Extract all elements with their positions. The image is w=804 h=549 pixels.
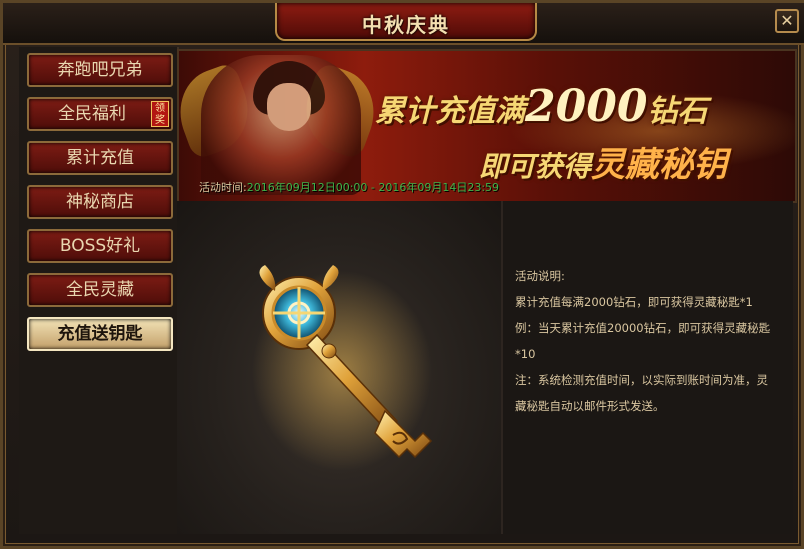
headline-prefix: 累计充值满 xyxy=(375,94,525,129)
tab-mystery-shop[interactable]: 神秘商店 xyxy=(27,185,173,219)
hero-character-art xyxy=(201,55,361,195)
close-icon: ✕ xyxy=(780,11,794,30)
tab-run-brothers[interactable]: 奔跑吧兄弟 xyxy=(27,53,173,87)
activity-description: 活动说明: 累计充值每满2000钻石，即可获得灵藏秘匙*1 例：当天累计充值20… xyxy=(515,263,777,419)
hero-face xyxy=(267,83,311,131)
tab-label: 全民灵藏 xyxy=(66,280,134,300)
tab-cumulative-recharge[interactable]: 累计充值 xyxy=(27,141,173,175)
reward-display xyxy=(177,201,503,534)
title-plate: 中秋庆典 xyxy=(275,3,537,41)
event-content: 活动说明: 累计充值每满2000钻石，即可获得灵藏秘匙*1 例：当天累计充值20… xyxy=(177,201,793,534)
tab-label: BOSS好礼 xyxy=(59,236,141,256)
activity-time-value: 2016年09月12日00:00 - 2016年09月14日23:59 xyxy=(246,181,500,194)
close-button[interactable]: ✕ xyxy=(775,9,799,33)
subline-highlight: 灵藏秘钥 xyxy=(591,145,728,185)
event-window: 中秋庆典 ✕ 奔跑吧兄弟 全民福利 领奖 累计充值 神秘商店 BOSS好礼 全民… xyxy=(0,0,804,549)
activity-time: 活动时间:2016年09月12日00:00 - 2016年09月14日23:59 xyxy=(199,179,499,195)
event-tab-list: 奔跑吧兄弟 全民福利 领奖 累计充值 神秘商店 BOSS好礼 全民灵藏 充值送钥… xyxy=(19,47,179,534)
description-line-1: 累计充值每满2000钻石，即可获得灵藏秘匙*1 xyxy=(515,295,753,309)
tab-boss-gift[interactable]: BOSS好礼 xyxy=(27,229,173,263)
window-title: 中秋庆典 xyxy=(362,13,450,37)
event-banner: 累计充值满2000钻石 即可获得灵藏秘钥 活动时间:2016年09月12日00:… xyxy=(177,49,797,203)
title-bar: 中秋庆典 ✕ xyxy=(3,3,804,45)
headline-number: 2000 xyxy=(525,81,648,132)
claim-reward-badge: 领奖 xyxy=(151,101,169,127)
tab-all-welfare[interactable]: 全民福利 领奖 xyxy=(27,97,173,131)
banner-headline: 累计充值满2000钻石 xyxy=(375,81,707,132)
tab-label: 全民福利 xyxy=(58,104,126,124)
description-line-2: 例：当天累计充值20000钻石，即可获得灵藏秘匙*10 xyxy=(515,321,771,361)
description-title: 活动说明: xyxy=(515,269,565,283)
tab-label: 充值送钥匙 xyxy=(57,324,143,344)
tab-recharge-key[interactable]: 充值送钥匙 xyxy=(27,317,173,351)
activity-time-label: 活动时间: xyxy=(199,181,247,194)
tab-label: 累计充值 xyxy=(66,148,134,168)
tab-label: 神秘商店 xyxy=(66,192,134,212)
golden-key-icon xyxy=(252,265,433,471)
description-line-3: 注：系统检测充值时间，以实际到账时间为准，灵藏秘匙自动以邮件形式发送。 xyxy=(515,373,768,413)
banner-subline: 即可获得灵藏秘钥 xyxy=(479,137,727,186)
tab-all-treasure[interactable]: 全民灵藏 xyxy=(27,273,173,307)
headline-suffix: 钻石 xyxy=(647,94,708,129)
tab-label: 奔跑吧兄弟 xyxy=(57,60,143,80)
